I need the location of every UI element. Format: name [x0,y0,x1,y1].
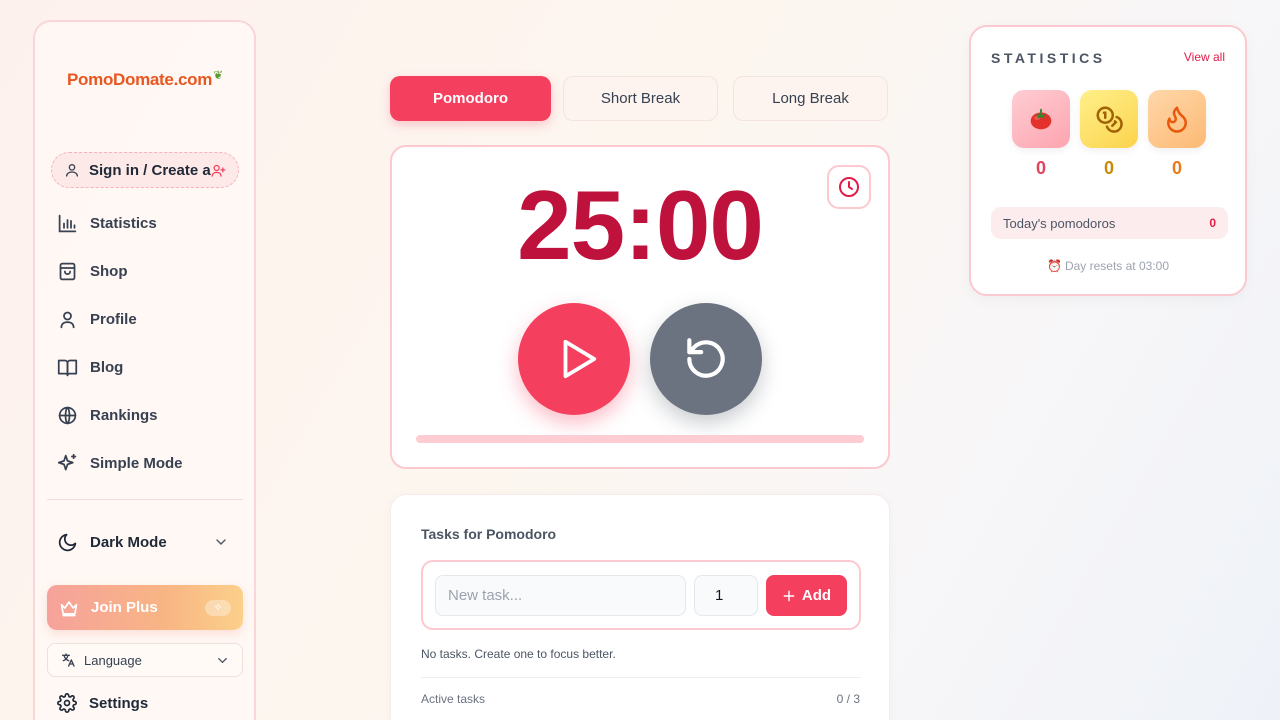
tomato-icon [1030,108,1052,130]
book-icon [57,359,78,376]
pomodoro-stat-tile [1012,90,1070,148]
moon-icon [58,533,77,551]
sidebar-item-statistics[interactable]: Statistics [57,208,237,238]
tab-pomodoro[interactable]: Pomodoro [390,76,551,121]
plus-icon [783,590,795,601]
chevron-down-icon [216,539,226,545]
translate-icon [62,653,75,667]
sidebar-item-label: Statistics [90,214,157,232]
play-icon [563,339,597,379]
tasks-card: Tasks for Pomodoro Add No tasks. Create … [390,494,890,720]
statistics-card: STATISTICS View all 0 0 0 Today's pomodo… [969,25,1247,296]
day-reset-text: Day resets at 03:00 [1064,259,1169,273]
sidebar-item-label: Profile [90,310,137,328]
language-select[interactable]: Language [47,643,243,677]
add-task-button[interactable]: Add [766,575,847,616]
empty-tasks-message: No tasks. Create one to focus better. [421,647,616,661]
shopping-bag-icon [59,262,76,280]
flame-icon [1167,106,1187,133]
play-button[interactable] [518,303,630,415]
coins-stat-tile [1080,90,1138,148]
sidebar-item-label: Shop [90,262,128,280]
sign-in-button[interactable]: Sign in / Create account [51,152,239,188]
globe-icon [58,406,77,424]
chevron-down-icon [218,657,227,663]
sign-in-label: Sign in / Create account [89,161,211,179]
sidebar-item-rankings[interactable]: Rankings [57,400,237,430]
tab-long-break[interactable]: Long Break [733,76,888,121]
view-all-link[interactable]: View all [1184,50,1225,64]
leaf-icon: ❦ [213,68,223,82]
today-pomodoros-row: Today's pomodoros 0 [991,207,1228,239]
sidebar-item-simple-mode[interactable]: Simple Mode [57,448,237,478]
coins-stat-value: 0 [1103,158,1114,178]
today-pomodoros-value: 0 [1209,216,1216,230]
sparkles-icon [57,453,77,470]
sidebar: PomoDomate.com ❦ Sign in / Create accoun… [33,20,256,720]
dark-mode-toggle[interactable]: Dark Mode [57,527,229,557]
timer-card: 25:00 [390,145,890,469]
crown-icon [60,600,78,616]
join-plus-label: Join Plus [91,599,158,616]
pomodoro-stat-value: 0 [1035,158,1046,178]
active-tasks-label: Active tasks [421,692,486,706]
timer-progress-bar [416,435,864,443]
logo[interactable]: PomoDomate.com ❦ [67,68,223,90]
today-pomodoros-label: Today's pomodoros [1003,215,1116,231]
bar-chart-icon [58,214,77,232]
add-task-label: Add [801,587,832,604]
language-label: Language [84,652,142,668]
user-plus-icon [211,164,226,177]
gear-icon [57,693,77,713]
sidebar-divider [47,499,243,500]
active-tasks-count: 0 / 3 [836,692,860,706]
sidebar-item-label: Blog [90,358,124,376]
logo-text: PomoDomate.com [67,70,213,89]
tasks-divider [421,677,861,678]
sidebar-item-label: Simple Mode [90,454,183,472]
reset-icon [687,338,725,378]
reset-button[interactable] [650,303,762,415]
day-reset-note: ⏰ Day resets at 03:00 [971,259,1245,273]
statistics-title: STATISTICS [991,50,1106,66]
sidebar-item-settings[interactable]: Settings [57,688,229,718]
sidebar-item-label: Rankings [90,406,158,424]
sidebar-item-profile[interactable]: Profile [57,304,237,334]
streak-stat-value: 0 [1171,158,1182,178]
settings-label: Settings [89,694,149,712]
alarm-clock-icon: ⏰ [1046,259,1062,273]
new-task-input[interactable] [435,575,686,616]
tab-short-break[interactable]: Short Break [563,76,718,121]
sidebar-item-shop[interactable]: Shop [57,256,237,286]
coins-icon [1096,106,1123,133]
pomodoro-count-input[interactable] [694,575,758,616]
dark-mode-label: Dark Mode [90,533,167,551]
streak-stat-tile [1148,90,1206,148]
tasks-title: Tasks for Pomodoro [421,526,557,542]
sidebar-item-blog[interactable]: Blog [57,352,237,382]
sparkle-icon: ✧ [205,599,231,616]
join-plus-button[interactable]: Join Plus ✧ [47,585,243,630]
timer-display: 25:00 [517,170,764,280]
task-form: Add [421,560,861,630]
user-icon [66,164,78,177]
user-icon [60,311,75,328]
